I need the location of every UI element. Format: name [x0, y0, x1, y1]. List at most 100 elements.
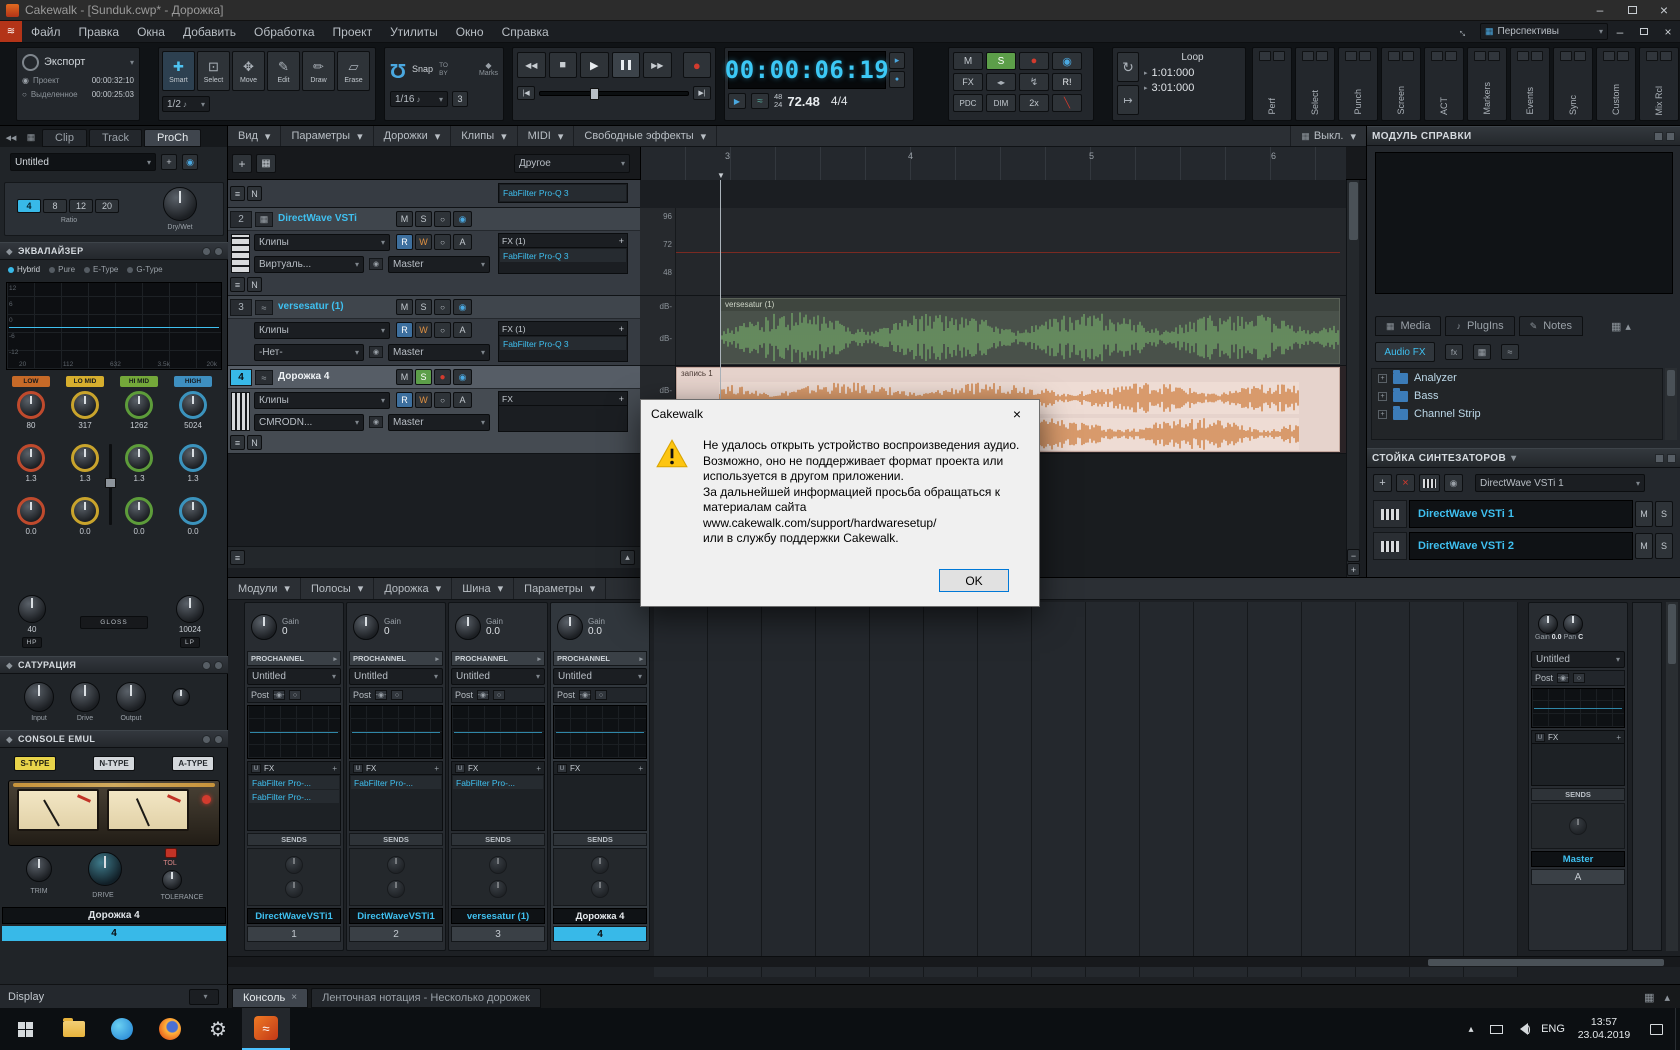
gloss-button[interactable]: GLOSS [80, 616, 148, 629]
dialog-titlebar[interactable]: Cakewalk × [641, 400, 1039, 428]
lp-knob[interactable] [176, 595, 204, 623]
sends-header[interactable]: SENDS [247, 833, 341, 846]
sat-mix-knob[interactable] [172, 688, 190, 706]
strip-fx-bin[interactable]: UFX FabFilter Pro-... [451, 761, 545, 831]
menu-file[interactable]: Файл [22, 21, 70, 42]
tray-volume-icon[interactable]: ) [1509, 1023, 1535, 1035]
tree-scroll-thumb[interactable] [1667, 370, 1675, 396]
clips-vscroll-thumb[interactable] [1349, 182, 1358, 240]
console-emu-header[interactable]: CONSOLE EMUL [0, 730, 228, 748]
taskbar-cakewalk-icon[interactable]: ≈ [242, 1008, 290, 1050]
module-select[interactable]: Select [1295, 47, 1335, 121]
record-button[interactable] [682, 52, 711, 78]
console-hscroll-thumb[interactable] [1428, 959, 1664, 966]
patch-icon[interactable] [1501, 344, 1519, 360]
track-4-bus-combo[interactable]: CMRODN... [254, 414, 364, 431]
menu-views[interactable]: Окна [128, 21, 174, 42]
help-dock-icon[interactable] [1654, 131, 1663, 141]
ce-power-icon[interactable] [202, 734, 211, 744]
eq-thumbnail[interactable] [451, 705, 545, 759]
track-2-automation-icon[interactable] [434, 211, 451, 227]
tol-led[interactable] [165, 848, 177, 858]
mdi-minimize-button[interactable] [1608, 25, 1632, 39]
eq-mode-hybrid[interactable]: Hybrid [8, 265, 40, 274]
strip-preset-combo[interactable]: Untitled [451, 668, 545, 685]
track-2-input-combo[interactable]: Клипы [254, 234, 390, 251]
tree-item-analyzer[interactable]: Analyzer [1372, 369, 1662, 387]
low-freq-knob[interactable] [17, 391, 45, 419]
synth-props-icon[interactable] [1444, 474, 1463, 492]
master-gain-knob[interactable] [1538, 613, 1559, 634]
track-2-a-button[interactable]: A [453, 234, 472, 250]
fit-arrows-icon[interactable]: ↔ [1455, 22, 1473, 40]
console-menu-bus[interactable]: Шина [452, 578, 515, 599]
console-strip-4[interactable]: Gain0.0 PROCHANNEL Untitled Post-◉- UFX … [550, 602, 650, 951]
console-menu-options[interactable]: Параметры [514, 578, 607, 599]
tree-item-bass[interactable]: Bass [1372, 387, 1662, 405]
input-echo-button[interactable] [1052, 52, 1082, 70]
tool-select[interactable]: Select [197, 51, 230, 91]
rack-collapse-icon[interactable] [1667, 453, 1676, 463]
track-layers-button[interactable] [256, 154, 276, 173]
snap-to-label[interactable]: TO [439, 62, 448, 69]
track-4[interactable]: 4 Дорожка 4 M S Клипы R W A FX CMRODN...… [228, 366, 640, 454]
master-preset-combo[interactable]: Untitled [1531, 651, 1625, 668]
track-3-input-combo[interactable]: Клипы [254, 322, 390, 339]
bolt-button[interactable] [1019, 73, 1049, 91]
ce-expand-icon[interactable] [214, 734, 223, 744]
preset-add-button[interactable] [161, 154, 177, 170]
send-knob[interactable] [387, 856, 405, 874]
synth-1-solo[interactable]: S [1655, 501, 1673, 527]
tray-clock[interactable]: 13:57 23.04.2019 [1571, 1016, 1637, 1042]
eq-power-icon[interactable] [202, 246, 211, 256]
track-2-out-combo[interactable]: Master [388, 256, 490, 273]
tree-item-channelstrip[interactable]: Channel Strip [1372, 405, 1662, 423]
rewind-button[interactable] [517, 52, 546, 78]
high-q-knob[interactable] [179, 444, 207, 472]
time-format-down-button[interactable] [889, 71, 905, 88]
tab-notation[interactable]: Ленточная нотация - Несколько дорожек [311, 987, 541, 1008]
console-strip-master[interactable]: Gain 0.0 Pan C Untitled Post-◉- UFX SEND… [1528, 602, 1628, 951]
console-strip-2[interactable]: Gain0 PROCHANNEL Untitled Post-◉- UFX Fa… [346, 602, 446, 951]
menu-process[interactable]: Обработка [245, 21, 324, 42]
tab-notes[interactable]: Notes [1518, 316, 1583, 336]
post-row[interactable]: Post -◉- [451, 687, 545, 703]
sat-output-knob[interactable] [116, 682, 146, 712]
maximize-button[interactable] [1616, 0, 1648, 20]
tab-plugins[interactable]: PlugIns [1445, 316, 1515, 336]
minimize-button[interactable] [1584, 0, 1616, 20]
synth-2-solo[interactable]: S [1655, 533, 1673, 559]
strip-fx-bin[interactable]: U FX [553, 761, 647, 831]
gain-knob[interactable] [353, 614, 379, 640]
tv-menu-freefx[interactable]: Свободные эффекты [574, 126, 718, 146]
collapse-inspector-icon[interactable] [2, 134, 20, 142]
tool-draw[interactable]: Draw [302, 51, 335, 91]
strip-fx-entry[interactable]: FabFilter Pro-... [249, 790, 339, 803]
module-sync[interactable]: Sync [1553, 47, 1593, 121]
stype-button[interactable]: S-TYPE [14, 756, 56, 771]
perspectives-combo[interactable]: Перспективы [1480, 23, 1608, 40]
taskbar-firefox-icon[interactable] [146, 1008, 194, 1050]
fast-forward-button[interactable] [643, 52, 672, 78]
post-row[interactable]: Post -◉- [1531, 670, 1625, 686]
track-3-out-combo[interactable]: Master [388, 344, 490, 361]
console-strip-1[interactable]: Gain0 PROCHANNEL Untitled Post-◉- UFX Fa… [244, 602, 344, 951]
menu-insert[interactable]: Добавить [174, 21, 245, 42]
send-knob[interactable] [1569, 817, 1587, 835]
strip-fx-bin[interactable]: UFX FabFilter Pro-... [349, 761, 443, 831]
tv-menu-clips[interactable]: Клипы [451, 126, 518, 146]
synth-add-button[interactable] [1373, 474, 1392, 492]
post-row[interactable]: Post -◉- [349, 687, 443, 703]
synth-2-mute[interactable]: M [1635, 533, 1653, 559]
lomid-gain-knob[interactable] [71, 497, 99, 525]
module-screen[interactable]: Screen [1381, 47, 1421, 121]
module-events[interactable]: Events [1510, 47, 1550, 121]
timesig-value[interactable]: 4/4 [831, 94, 848, 108]
himid-q-knob[interactable] [125, 444, 153, 472]
module-punch[interactable]: Punch [1338, 47, 1378, 121]
console-strip-3[interactable]: Gain0.0 PROCHANNEL Untitled Post-◉- UFX … [448, 602, 548, 951]
mdi-restore-button[interactable] [1632, 28, 1656, 35]
loop-start-value[interactable]: 1:01:000 [1152, 67, 1195, 79]
track-2-write[interactable]: W [415, 234, 432, 250]
track-3[interactable]: 3 versesatur (1) M S Клипы R W A FX (1) … [228, 296, 640, 366]
